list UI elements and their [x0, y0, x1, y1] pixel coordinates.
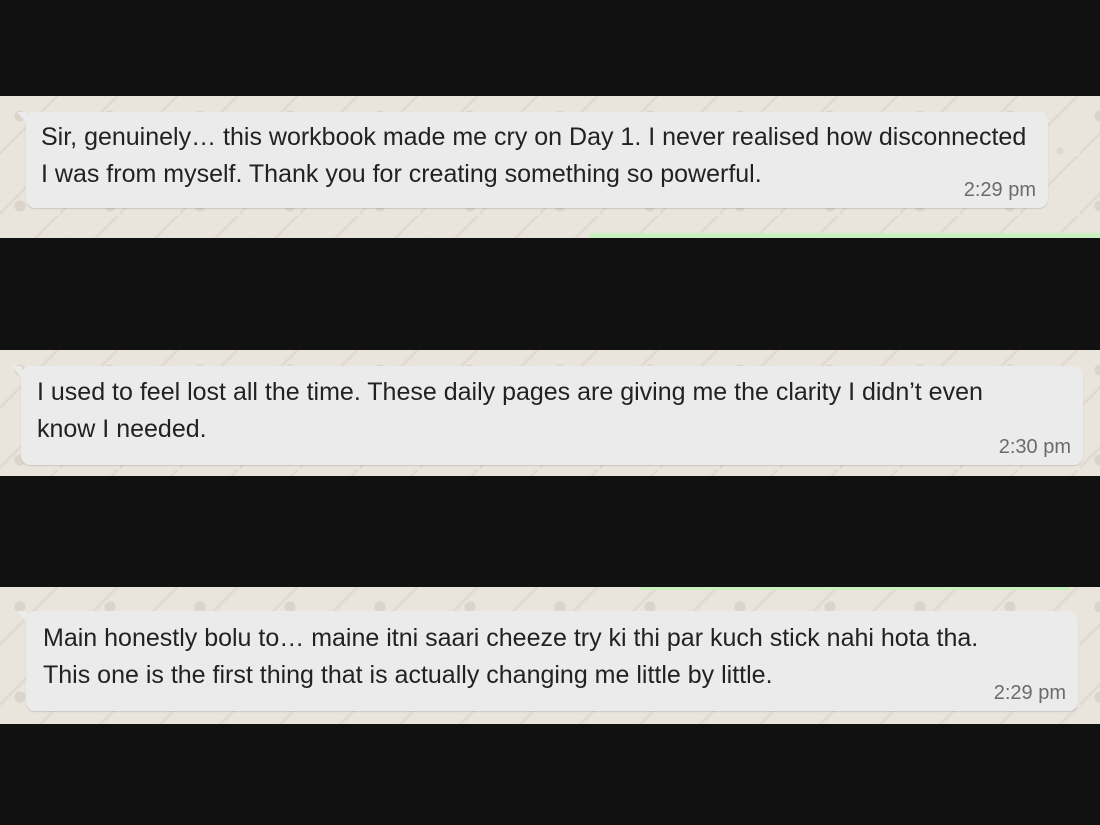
message-bubble[interactable]: I used to feel lost all the time. These … — [12, 366, 1083, 465]
sent-message-edge — [590, 233, 1100, 238]
message-timestamp: 2:29 pm — [963, 179, 1036, 201]
chat-screenshot-1: Sir, genuinely… this workbook made me cr… — [0, 96, 1100, 238]
sent-message-edge — [640, 587, 1070, 590]
message-text: I used to feel lost all the time. These … — [37, 378, 983, 443]
message-text: Sir, genuinely… this workbook made me cr… — [41, 123, 1027, 188]
message-timestamp: 2:30 pm — [998, 436, 1071, 458]
message-timestamp: 2:29 pm — [993, 682, 1066, 704]
message-bubble[interactable]: Main honestly bolu to… maine itni saari … — [17, 611, 1078, 711]
message-bubble[interactable]: Sir, genuinely… this workbook made me cr… — [17, 112, 1048, 208]
chat-screenshot-2: I used to feel lost all the time. These … — [0, 350, 1100, 476]
message-text: Main honestly bolu to… maine itni saari … — [43, 624, 979, 689]
chat-screenshot-3: Main honestly bolu to… maine itni saari … — [0, 587, 1100, 724]
